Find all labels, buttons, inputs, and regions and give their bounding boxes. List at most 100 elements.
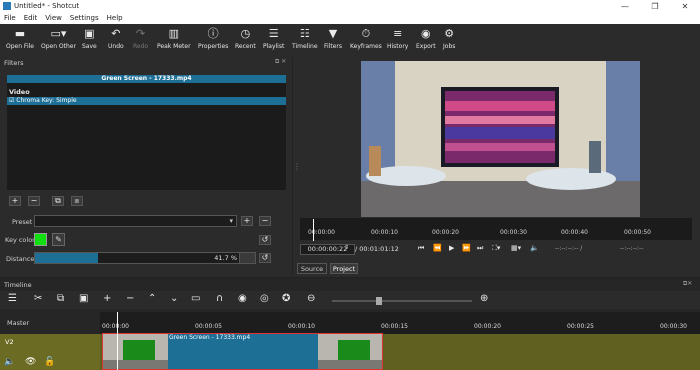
tab-project[interactable]: Project xyxy=(330,263,358,274)
menu-view[interactable]: View xyxy=(45,14,62,22)
eyedropper-icon[interactable]: ✎ xyxy=(52,233,65,246)
folder-open-icon: ▭▾ xyxy=(50,27,67,40)
menu-file[interactable]: File xyxy=(4,14,16,22)
export-button[interactable]: ◉ Export xyxy=(416,27,436,50)
timeline-ruler-label: 00:00:05 xyxy=(195,323,222,330)
close-button[interactable]: ✕ xyxy=(670,2,700,11)
clip-name-header: Green Screen - 17333.mp4 xyxy=(7,75,286,83)
copy-icon[interactable]: ⧉ xyxy=(57,292,64,306)
mute-icon[interactable]: 🔈 xyxy=(4,357,15,367)
distance-slider-fill xyxy=(35,253,98,263)
video-preview[interactable] xyxy=(361,61,640,217)
funnel-icon: ▼ xyxy=(328,27,338,40)
split-icon[interactable]: ▭ xyxy=(191,292,200,306)
fast-forward-icon[interactable]: ⏩ xyxy=(462,244,471,252)
timeline-button[interactable]: ☷ Timeline xyxy=(292,27,318,50)
maximize-button[interactable]: ❐ xyxy=(640,2,670,11)
zoom-slider[interactable] xyxy=(332,300,472,302)
player-playhead[interactable] xyxy=(313,219,314,241)
snap-icon[interactable]: ∩ xyxy=(216,292,223,306)
lift-icon[interactable]: ⌃ xyxy=(148,292,156,306)
meter-icon: ▥ xyxy=(168,27,179,40)
ruler-label: 00:00:30 xyxy=(500,229,527,236)
gear-icon: ⚙ xyxy=(444,27,455,40)
paste-filter-button[interactable]: ▪ xyxy=(71,196,83,206)
filters-panel-title: Filters xyxy=(4,59,24,67)
timeline-float-icons[interactable]: ⧉✕ xyxy=(683,280,692,288)
ripple-icon[interactable]: ◎ xyxy=(260,292,269,306)
title-bar: Untitled* - Shotcut — ❐ ✕ xyxy=(0,0,700,12)
jobs-button[interactable]: ⚙ Jobs xyxy=(443,27,455,50)
keyframes-button[interactable]: ⏱ Keyframes xyxy=(350,27,382,50)
reset-distance-button[interactable]: ↺ xyxy=(259,253,271,263)
delete-preset-button[interactable]: − xyxy=(259,216,271,226)
filters-list[interactable] xyxy=(7,75,286,190)
filter-item-chroma-key[interactable]: ☑ Chroma Key: Simple xyxy=(7,97,286,105)
zoom-slider-handle[interactable] xyxy=(376,297,382,305)
chevron-down-icon: ▾ xyxy=(229,217,233,225)
key-color-label: Key color xyxy=(5,236,35,244)
reset-key-color-button[interactable]: ↺ xyxy=(259,235,271,245)
append-icon[interactable]: + xyxy=(103,292,111,306)
menu-settings[interactable]: Settings xyxy=(70,14,99,22)
distance-value: 41.7 % xyxy=(214,254,237,262)
history-icon: ≡ xyxy=(393,27,403,40)
timeline-ruler-label: 00:00:30 xyxy=(660,323,687,330)
paste-icon[interactable]: ▣ xyxy=(79,292,88,306)
filters-button[interactable]: ▼ Filters xyxy=(324,27,342,50)
ripple-all-icon[interactable]: ✪ xyxy=(282,292,290,306)
remove-icon[interactable]: − xyxy=(126,292,134,306)
playlist-button[interactable]: ☰ Playlist xyxy=(263,27,284,50)
play-icon[interactable]: ▶ xyxy=(449,244,454,252)
key-color-swatch[interactable] xyxy=(34,233,47,246)
skip-previous-icon[interactable]: ⏮ xyxy=(418,244,424,253)
cut-icon[interactable]: ✂ xyxy=(34,292,42,306)
distance-spinner[interactable] xyxy=(239,253,255,263)
zoom-icon[interactable]: ⛶▾ xyxy=(492,244,500,253)
copy-filter-button[interactable]: ⧉ xyxy=(52,196,64,206)
save-button[interactable]: ▣ Save xyxy=(82,27,97,50)
timecode-spin-icon[interactable]: ⇕ xyxy=(344,244,349,251)
open-other-button[interactable]: ▭▾ Open Other xyxy=(41,27,76,50)
rewind-icon[interactable]: ⏪ xyxy=(433,244,442,252)
preset-label: Preset xyxy=(12,218,33,226)
recent-button[interactable]: ◷ Recent xyxy=(235,27,256,50)
scrub-icon[interactable]: ◉ xyxy=(238,292,247,306)
menu-help[interactable]: Help xyxy=(107,14,123,22)
out-point: --:--:--:-- xyxy=(620,245,644,252)
skip-next-icon[interactable]: ⏭ xyxy=(477,244,483,253)
zoom-in-icon[interactable]: ⊕ xyxy=(480,292,488,306)
peak-meter-button[interactable]: ▥ Peak Meter xyxy=(157,27,191,50)
menu-icon[interactable]: ☰ xyxy=(8,292,17,306)
timeline-ruler-label: 00:00:00 xyxy=(102,323,129,330)
open-file-button[interactable]: ▬ Open File xyxy=(6,27,34,50)
overwrite-icon[interactable]: ⌄ xyxy=(170,292,178,306)
undo-button[interactable]: ↶ Undo xyxy=(108,27,124,50)
eye-icon[interactable]: 👁 xyxy=(25,357,36,367)
history-button[interactable]: ≡ History xyxy=(387,27,408,50)
master-track-label[interactable]: Master xyxy=(7,319,29,327)
timeline-playhead[interactable] xyxy=(117,312,118,370)
remove-filter-button[interactable]: − xyxy=(28,196,40,206)
lock-icon[interactable]: 🔓 xyxy=(44,357,55,367)
menu-edit[interactable]: Edit xyxy=(24,14,38,22)
zoom-out-icon[interactable]: ⊖ xyxy=(307,292,315,306)
tab-source[interactable]: Source xyxy=(297,263,327,274)
clock-icon: ◷ xyxy=(240,27,251,40)
minimize-button[interactable]: — xyxy=(610,2,640,11)
distance-slider[interactable]: 41.7 % xyxy=(34,252,256,264)
redo-button[interactable]: ↷ Redo xyxy=(133,27,148,50)
properties-button[interactable]: ⓘ Properties xyxy=(198,27,228,50)
stopwatch-icon: ⏱ xyxy=(361,27,371,40)
grid-icon[interactable]: ▦▾ xyxy=(511,244,521,252)
in-point: --:--:--:-- / xyxy=(555,245,583,252)
volume-icon[interactable]: 🔈 xyxy=(530,244,539,252)
preset-combo[interactable]: ▾ xyxy=(34,215,237,227)
folder-icon: ▬ xyxy=(14,27,26,40)
save-preset-button[interactable]: + xyxy=(241,216,253,226)
timeline-ruler-label: 00:00:10 xyxy=(288,323,315,330)
panel-float-icons[interactable]: ⧉ ✕ xyxy=(275,58,286,66)
splitter-handle[interactable]: ⋮ xyxy=(293,162,301,171)
timeline-ruler-label: 00:00:15 xyxy=(381,323,408,330)
add-filter-button[interactable]: + xyxy=(9,196,21,206)
